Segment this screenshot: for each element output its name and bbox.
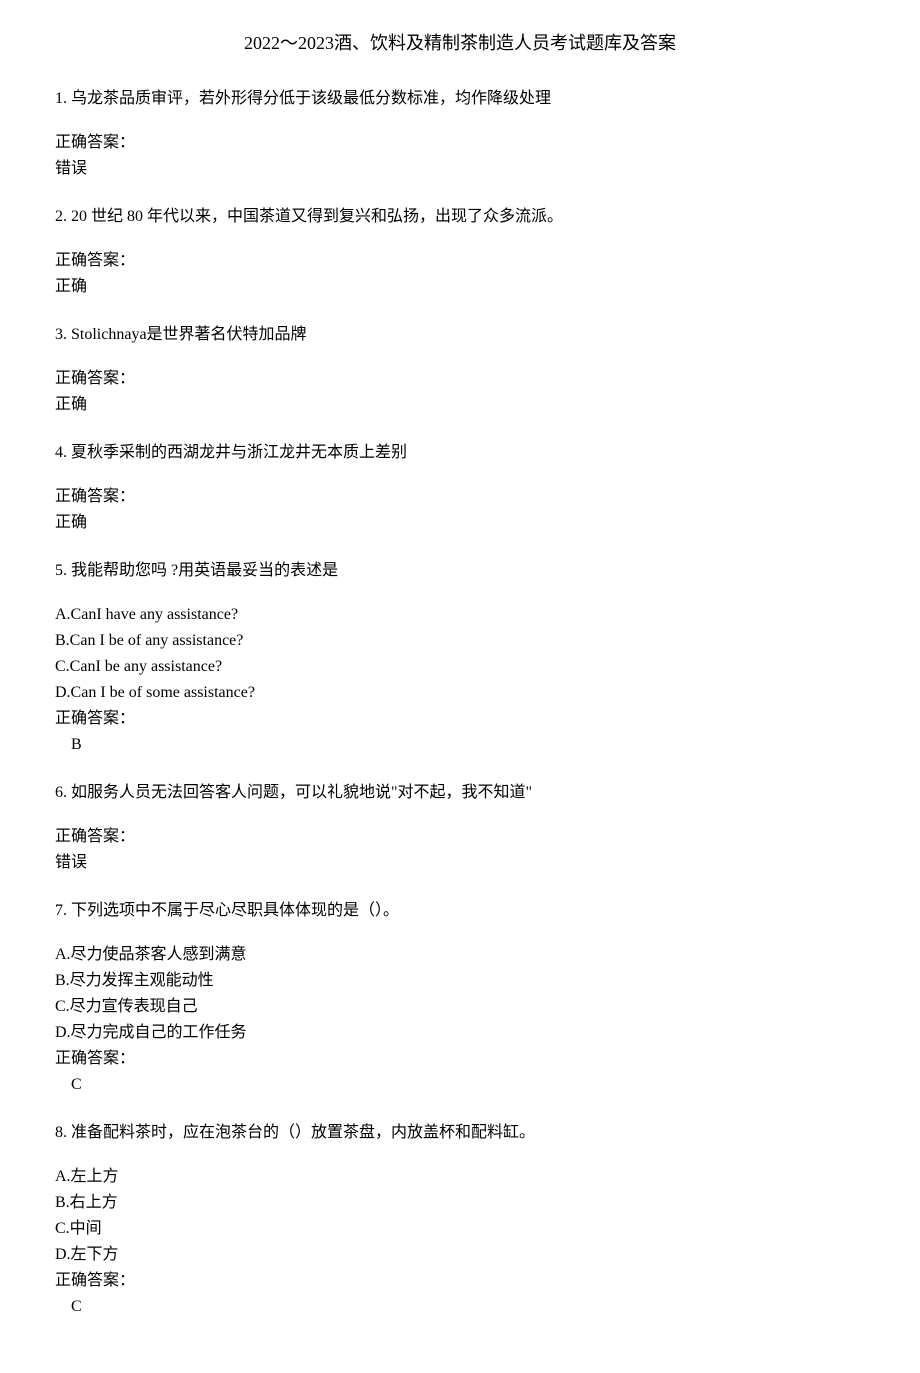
option-item: A.左上方 [55,1165,865,1189]
question-text: 2. 20 世纪 80 年代以来，中国茶道又得到复兴和弘扬，出现了众多流派。 [55,205,865,229]
question-block: 1. 乌龙茶品质审评，若外形得分低于该级最低分数标准，均作降级处理正确答案：错误 [55,87,865,181]
question-block: 7. 下列选项中不属于尽心尽职具体体现的是（）。 A.尽力使品茶客人感到满意B.尽… [55,899,865,1097]
question-block: 2. 20 世纪 80 年代以来，中国茶道又得到复兴和弘扬，出现了众多流派。正确… [55,205,865,299]
questions-container: 1. 乌龙茶品质审评，若外形得分低于该级最低分数标准，均作降级处理正确答案：错误… [55,87,865,1319]
question-block: 3. Stolichnaya是世界著名伏特加品牌正确答案：正确 [55,323,865,417]
option-item: A.CanI have any assistance? [55,603,865,627]
answer-value: 错误 [55,851,865,875]
option-item: B.尽力发挥主观能动性 [55,969,865,993]
answer-label: 正确答案： [55,485,865,509]
answer-value: B [55,733,865,757]
answer-value: C [55,1073,865,1097]
option-item: C.CanI be any assistance? [55,655,865,679]
option-item: B.Can I be of any assistance? [55,629,865,653]
answer-label: 正确答案： [55,1047,865,1071]
question-block: 6. 如服务人员无法回答客人问题，可以礼貌地说"对不起，我不知道" 正确答案：错误 [55,781,865,875]
answer-label: 正确答案： [55,1269,865,1293]
question-text: 3. Stolichnaya是世界著名伏特加品牌 [55,323,865,347]
answer-label: 正确答案： [55,707,865,731]
answer-label: 正确答案： [55,131,865,155]
option-item: C.中间 [55,1217,865,1241]
question-text: 4. 夏秋季采制的西湖龙井与浙江龙井无本质上差别 [55,441,865,465]
question-block: 8. 准备配料茶时，应在泡茶台的（）放置茶盘，内放盖杯和配料缸。 A.左上方B.右… [55,1121,865,1319]
question-text: 6. 如服务人员无法回答客人问题，可以礼貌地说"对不起，我不知道" [55,781,865,805]
question-block: 5. 我能帮助您吗 ?用英语最妥当的表述是 A.CanI have any ass… [55,559,865,757]
document-title: 2022～2023酒、饮料及精制茶制造人员考试题库及答案 [55,30,865,57]
option-item: C.尽力宣传表现自己 [55,995,865,1019]
options-wrapper: A.尽力使品茶客人感到满意B.尽力发挥主观能动性C.尽力宣传表现自己D.尽力完成… [55,943,865,1045]
option-item: D.尽力完成自己的工作任务 [55,1021,865,1045]
options-wrapper: A.左上方B.右上方C.中间D.左下方 [55,1165,865,1267]
answer-value: 正确 [55,275,865,299]
options-wrapper: A.CanI have any assistance?B.Can I be of… [55,603,865,705]
answer-value: 正确 [55,393,865,417]
answer-value: 错误 [55,157,865,181]
answer-value: 正确 [55,511,865,535]
option-item: D.Can I be of some assistance? [55,681,865,705]
answer-label: 正确答案： [55,249,865,273]
option-item: A.尽力使品茶客人感到满意 [55,943,865,967]
question-text: 8. 准备配料茶时，应在泡茶台的（）放置茶盘，内放盖杯和配料缸。 [55,1121,865,1145]
option-item: D.左下方 [55,1243,865,1267]
question-text: 5. 我能帮助您吗 ?用英语最妥当的表述是 [55,559,865,583]
answer-label: 正确答案： [55,825,865,849]
answer-label: 正确答案： [55,367,865,391]
option-item: B.右上方 [55,1191,865,1215]
question-text: 1. 乌龙茶品质审评，若外形得分低于该级最低分数标准，均作降级处理 [55,87,865,111]
answer-value: C [55,1295,865,1319]
question-text: 7. 下列选项中不属于尽心尽职具体体现的是（）。 [55,899,865,923]
question-block: 4. 夏秋季采制的西湖龙井与浙江龙井无本质上差别正确答案：正确 [55,441,865,535]
